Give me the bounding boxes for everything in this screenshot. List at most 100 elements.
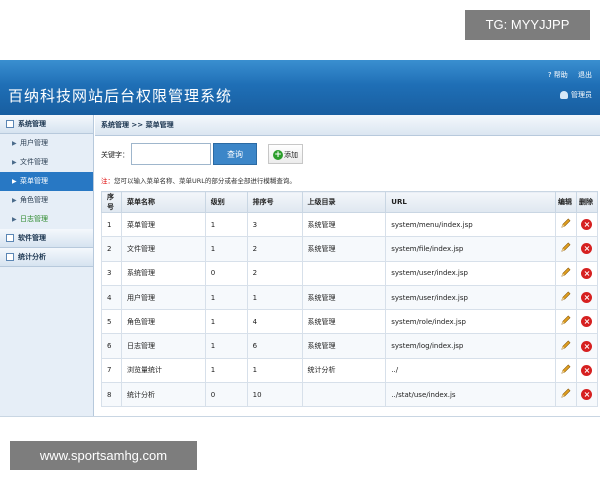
delete-cell: × [575,333,599,359]
pencil-icon[interactable] [560,267,571,278]
table-cell: 4 [101,284,122,311]
delete-icon[interactable]: × [581,219,593,231]
pencil-icon[interactable] [560,291,571,302]
table-cell: 系统管理 [301,236,387,262]
edit-cell [555,309,577,335]
table-row: 4 用户管理 1 1 系统管理 system/user/index.jsp × [101,284,599,311]
table-cell: 日志管理 [120,333,206,359]
table-row: 3 系统管理 0 2 system/user/index.jsp × [101,260,599,286]
user-menu[interactable]: 管理员 [560,90,592,100]
table-cell: 1 [204,309,248,335]
table-cell: 6 [246,333,303,359]
main-content: 系统管理 >> 菜单管理 关键字： 查询 + 添加 注：您可以输入菜单名称、菜单U… [95,115,600,416]
sidebar-item-roles[interactable]: ▶ 角色管理 [0,191,93,210]
edit-cell [555,260,577,286]
sidebar-item-files[interactable]: ▶ 文件管理 [0,153,93,172]
table-row: 5 角色管理 1 4 系统管理 system/role/index.jsp × [101,309,599,335]
sidebar-group-label: 系统管理 [18,120,46,128]
sidebar-item-users[interactable]: ▶ 用户管理 [0,134,93,153]
sidebar-group-stats[interactable]: 统计分析 [0,248,93,267]
delete-icon[interactable]: × [581,243,593,255]
table-row: 7 浏览量统计 1 1 统计分析 ../× [101,357,599,384]
sidebar-item-logs[interactable]: ▶ 日志管理 [0,210,93,229]
sidebar-group-label: 统计分析 [18,253,46,261]
table-cell: ../stat/use/index.js [385,382,556,408]
delete-cell: × [575,260,599,286]
table-row: 1 菜单管理 1 3 系统管理 system/menu/index.jsp × [101,211,599,238]
logout-link[interactable]: 退出 [578,71,592,79]
pencil-icon[interactable] [560,218,571,229]
table-body: 1 菜单管理 1 3 系统管理 system/menu/index.jsp × 2 文件管理 1 2… [101,211,599,408]
table-cell: 2 [246,260,303,286]
delete-icon[interactable]: × [581,292,593,304]
edit-cell [555,357,577,384]
sidebar-item-menus[interactable]: ▶ 菜单管理 [0,172,93,191]
table-cell: system/role/index.jsp [385,309,556,335]
folder-icon [6,120,14,128]
arrow-right-icon: ▶ [12,216,17,223]
top-links: ? 帮助 退出 [540,70,592,80]
delete-icon[interactable]: × [581,389,593,401]
table-cell: system/user/index.jsp [385,284,556,311]
edit-cell [555,211,577,238]
folder-icon [6,234,14,242]
table-cell: 1 [101,211,122,238]
table-row: 2 文件管理 1 2 系统管理 system/file/index.jsp × [101,236,599,262]
table-cell: system/log/index.jsp [385,333,556,359]
sidebar-group-software[interactable]: 软件管理 [0,229,93,248]
col-header: 删除 [575,191,599,213]
table-cell: 7 [101,357,122,384]
table-cell: ../ [385,357,556,384]
watermark-bottom: www.sportsamhg.com [10,441,197,470]
table-cell: 菜单管理 [120,211,206,238]
table-cell: 系统管理 [301,211,387,238]
help-link[interactable]: ? 帮助 [548,71,568,79]
arrow-right-icon: ▶ [12,178,17,185]
delete-icon[interactable]: × [581,364,593,376]
app-title: 百纳科技网站后台权限管理系统 [8,87,233,105]
pencil-icon[interactable] [560,388,571,399]
table-cell: system/user/index.jsp [385,260,556,286]
col-header: 级别 [204,191,248,213]
delete-cell: × [575,382,599,408]
add-button[interactable]: + 添加 [268,144,303,164]
table-cell: system/menu/index.jsp [385,211,556,238]
hint-text: 您可以输入菜单名称、菜单URL的部分或者全部进行模糊查询。 [114,177,296,185]
user-name: 管理员 [571,91,592,99]
delete-icon[interactable]: × [581,267,593,279]
delete-icon[interactable]: × [581,316,593,328]
table-cell: 8 [101,382,122,408]
arrow-right-icon: ▶ [12,159,17,166]
delete-icon[interactable]: × [581,340,593,352]
table-cell: 0 [204,382,248,408]
table-cell: 系统管理 [301,284,387,311]
keyword-label: 关键字： [101,151,129,159]
menu-table: 序号 菜单名称 级别 排序号 上级目录 URL 编辑 删除 1 菜单管理 1 3 系统管… [101,191,599,408]
search-bar: 关键字： 查询 + 添加 [101,143,581,169]
add-button-label: 添加 [284,151,298,159]
keyword-input[interactable] [131,143,211,165]
pencil-icon[interactable] [560,340,571,351]
col-header: 菜单名称 [120,191,206,213]
table-cell: 0 [204,260,248,286]
user-icon [560,91,568,99]
delete-cell: × [575,236,599,262]
sidebar-group-system[interactable]: 系统管理 [0,115,93,134]
table-row: 8 统计分析 0 10 ../stat/use/index.js × [101,382,599,408]
delete-cell: × [575,357,599,384]
sidebar-item-label: 日志管理 [20,215,48,223]
breadcrumb: 系统管理 >> 菜单管理 [95,115,600,136]
query-button[interactable]: 查询 [213,143,257,165]
table-cell [301,382,387,408]
table-cell: 1 [204,211,248,238]
table-cell: 1 [204,284,248,311]
table-cell [301,260,387,286]
table-cell: 系统管理 [301,333,387,359]
pencil-icon[interactable] [560,315,571,326]
sidebar: 系统管理 ▶ 用户管理 ▶ 文件管理 ▶ 菜单管理 ▶ 角色管理 ▶ 日志管理 软件管理 … [0,115,94,416]
table-cell: 统计分析 [120,382,206,408]
page: TG: MYYJJPP 百纳科技网站后台权限管理系统 ? 帮助 退出 管理员 系… [0,0,600,480]
pencil-icon[interactable] [560,242,571,253]
table-cell: 用户管理 [120,284,206,311]
pencil-icon[interactable] [560,364,571,375]
